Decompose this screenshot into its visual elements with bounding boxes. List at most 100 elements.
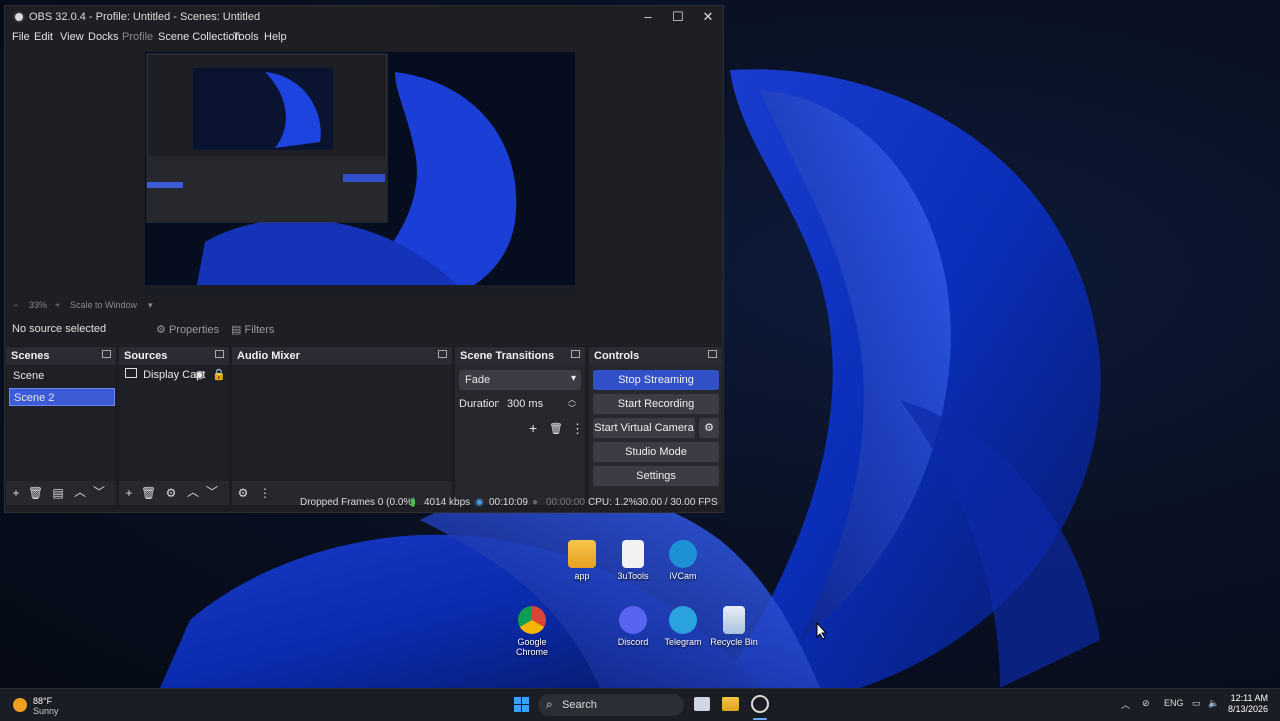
duration-label: Duration [459, 398, 501, 410]
zoom-in-button[interactable]: + [55, 300, 60, 310]
minimize-button[interactable]: – [633, 6, 663, 28]
task-view-icon[interactable] [694, 697, 710, 711]
sources-list: Display Capt ◉ 🔒 [119, 365, 229, 481]
recycle-bin-icon [723, 606, 745, 634]
start-virtual-camera-button[interactable]: Start Virtual Camera [593, 418, 695, 438]
chevron-down-icon: ▾ [570, 373, 576, 384]
network-icon[interactable]: ▭ [1192, 698, 1201, 709]
desktop-icon-google-chrome[interactable]: Google Chrome [503, 606, 561, 657]
scenes-header: Scenes [6, 347, 116, 364]
zoom-level: 33% [29, 300, 48, 310]
settings-button[interactable]: Settings [593, 466, 719, 486]
desktop-icon-recycle-bin[interactable]: Recycle Bin [705, 606, 763, 647]
popout-icon[interactable] [215, 350, 224, 358]
record-time: 00:00:00 [546, 497, 585, 508]
bitrate: 4014 kbps [424, 497, 471, 508]
scene-item-selected[interactable]: Scene 2 [9, 388, 115, 406]
dropped-frames: Dropped Frames 0 (0.0%) [300, 497, 416, 508]
file-icon [622, 540, 644, 568]
scene-transitions-dock: Scene Transitions Fade ▾ Duration 300 ms… [454, 346, 586, 506]
chrome-icon [518, 606, 546, 634]
controls-header: Controls [589, 347, 722, 364]
obs-taskbar-icon[interactable] [751, 695, 769, 713]
search-icon: ⌕ [546, 697, 553, 711]
obs-window: OBS 32.0.4 - Profile: Untitled - Scenes:… [4, 5, 724, 513]
popout-icon[interactable] [102, 350, 111, 358]
no-source-label: No source selected [12, 323, 107, 335]
studio-mode-button[interactable]: Studio Mode [593, 442, 719, 462]
virtual-camera-settings-gear-icon[interactable]: ⚙ [699, 418, 719, 438]
popout-icon[interactable] [438, 350, 447, 358]
monitor-icon [125, 368, 137, 378]
wifi-off-icon[interactable]: ⊘ [1142, 698, 1150, 709]
volume-icon[interactable]: 🔈 [1208, 698, 1219, 709]
recording-icon: ● [532, 497, 539, 508]
title-bar[interactable]: OBS 32.0.4 - Profile: Untitled - Scenes:… [5, 6, 723, 28]
clock[interactable]: 12:11 AM 8/13/2026 [1228, 693, 1268, 715]
filter-icon: ▤ [231, 324, 242, 336]
popout-icon[interactable] [708, 350, 717, 358]
folder-icon [568, 540, 596, 568]
menu-tools[interactable]: Tools [233, 31, 259, 43]
start-windows-icon[interactable] [514, 697, 529, 712]
menu-file[interactable]: File [12, 31, 30, 43]
language-indicator[interactable]: ENG [1164, 698, 1184, 708]
preview-area[interactable] [5, 48, 723, 298]
chevron-down-icon[interactable]: ▾ [148, 300, 153, 311]
gear-icon: ⚙ [156, 324, 166, 336]
popout-icon[interactable] [571, 350, 580, 358]
zoom-out-button[interactable]: − [13, 300, 18, 310]
menu-edit[interactable]: Edit [34, 31, 53, 43]
more-icon[interactable]: ⋮ [571, 421, 584, 437]
desktop-icon-telegram[interactable]: Telegram [654, 606, 712, 647]
menu-bar: File Edit View Docks Profile Scene Colle… [5, 28, 723, 48]
mouse-cursor-icon [816, 622, 828, 640]
duration-spinbox[interactable]: 300 ms ︿ ﹀ [499, 394, 581, 414]
start-recording-button[interactable]: Start Recording [593, 394, 719, 414]
menu-scene-collection[interactable]: Scene Collection [158, 31, 241, 43]
eye-icon[interactable]: ◉ [195, 368, 205, 381]
filters-button[interactable]: ▤ Filters [231, 321, 279, 339]
maximize-button[interactable]: ☐ [663, 6, 693, 28]
file-explorer-icon[interactable] [722, 697, 739, 711]
scenes-dock: Scenes Scene Scene 2 + 🗑 ▤ ︿ ﹀ [5, 346, 117, 506]
camera-icon [669, 540, 697, 568]
stream-time: 00:10:09 [489, 497, 528, 508]
telegram-icon [669, 606, 697, 634]
source-item[interactable]: Display Capt ◉ 🔒 [125, 368, 226, 384]
scale-mode-select[interactable]: Scale to Window [70, 300, 137, 310]
signal-bars-icon: ▮ [410, 497, 416, 508]
chevron-up-icon[interactable]: ︿ [1121, 698, 1130, 711]
desktop-icon-app[interactable]: app [553, 540, 611, 581]
menu-docks[interactable]: Docks [88, 31, 119, 43]
menu-help[interactable]: Help [264, 31, 287, 43]
obs-status-bar: Dropped Frames 0 (0.0%) ▮ 4014 kbps ◉ 00… [5, 493, 723, 511]
fps: 30.00 / 30.00 FPS [637, 497, 718, 508]
properties-button[interactable]: ⚙ Properties [156, 321, 224, 339]
preview-canvas[interactable] [145, 52, 575, 295]
controls-dock: Controls Stop Streaming Start Recording … [588, 346, 723, 506]
lock-icon[interactable]: 🔒 [212, 368, 226, 381]
obs-logo-icon [13, 11, 25, 23]
sun-icon [13, 698, 27, 712]
taskbar-search[interactable]: ⌕ Search [538, 694, 684, 716]
add-icon[interactable]: + [529, 420, 537, 436]
desktop-icon-ivcam[interactable]: iVCam [654, 540, 712, 581]
scene-transitions-header: Scene Transitions [455, 347, 585, 364]
preview-display-capture [145, 52, 575, 295]
transition-select[interactable]: Fade ▾ [459, 370, 581, 390]
streaming-icon: ◉ [475, 497, 484, 508]
source-toolbar: No source selected ⚙ Properties ▤ Filter… [5, 318, 723, 342]
discord-icon [619, 606, 647, 634]
spin-down-icon[interactable]: ﹀ [568, 403, 576, 414]
audio-mixer-dock: Audio Mixer ⚙ ⋮ [231, 346, 453, 506]
cpu-usage: CPU: 1.2% [588, 497, 638, 508]
menu-view[interactable]: View [60, 31, 84, 43]
stop-streaming-button[interactable]: Stop Streaming [593, 370, 719, 390]
trash-icon[interactable]: 🗑 [549, 422, 563, 435]
scene-item[interactable]: Scene [9, 367, 115, 385]
close-button[interactable]: ✕ [693, 6, 723, 28]
sources-header: Sources [119, 347, 229, 364]
window-title: OBS 32.0.4 - Profile: Untitled - Scenes:… [29, 11, 261, 23]
menu-profile[interactable]: Profile [122, 31, 153, 43]
